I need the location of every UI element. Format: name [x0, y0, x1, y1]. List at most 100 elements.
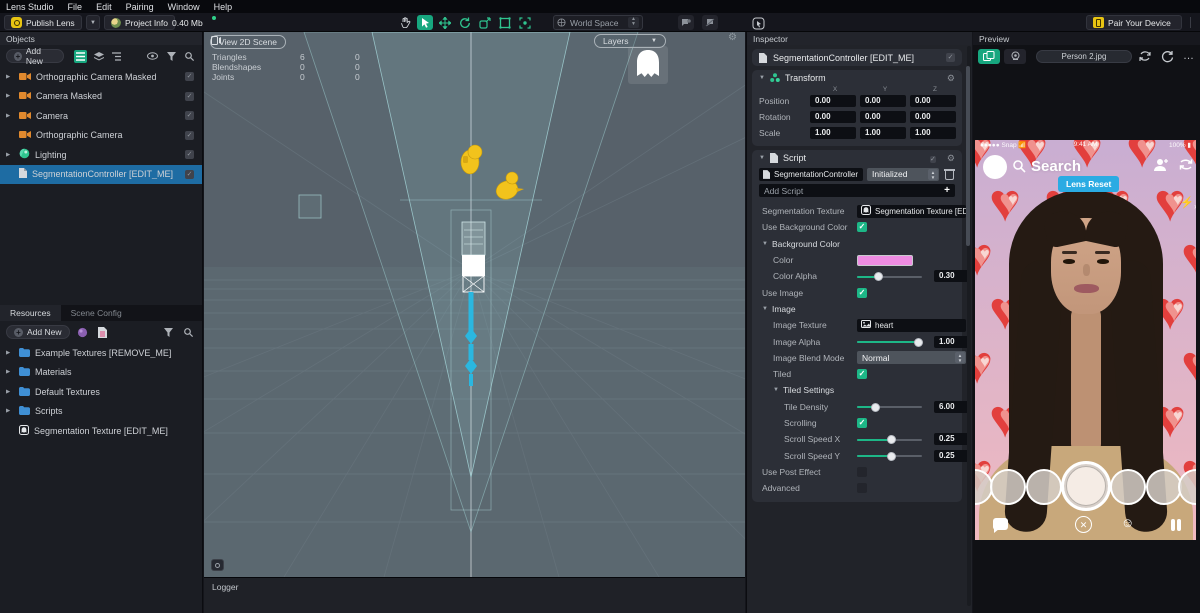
group-caret-icon[interactable]: ▼ — [762, 306, 768, 312]
collapse-caret-icon[interactable]: ▼ — [759, 155, 765, 161]
publish-lens-button[interactable]: Publish Lens — [4, 15, 82, 30]
tree-item-lighting[interactable]: ▶ Lighting ✓ — [0, 145, 202, 165]
pair-your-device-button[interactable]: Pair Your Device — [1086, 15, 1182, 30]
menu-lens-studio[interactable]: Lens Studio — [6, 2, 54, 12]
rect-transform-icon[interactable] — [497, 15, 513, 30]
lens-item[interactable] — [1026, 469, 1062, 505]
memories-icon[interactable] — [1171, 518, 1183, 536]
filter-icon[interactable] — [164, 50, 177, 63]
shader-doc-icon[interactable] — [95, 326, 110, 339]
preview-mode-icon[interactable] — [978, 48, 1000, 64]
material-sphere-icon[interactable] — [75, 326, 90, 339]
menu-file[interactable]: File — [68, 2, 83, 12]
objects-add-new-button[interactable]: + Add New — [6, 46, 65, 66]
focus-center-icon[interactable] — [517, 15, 533, 30]
chat-icon[interactable] — [993, 518, 1008, 533]
search-icon[interactable] — [183, 50, 196, 63]
scene-viewport[interactable]: View 2D Scene Triangles 6 0 Blendshapes 0 0 Jo… — [204, 32, 745, 577]
delete-script-icon[interactable] — [944, 168, 955, 180]
slider-value[interactable]: 1.00 — [934, 335, 971, 348]
expand-caret-icon[interactable]: ▶ — [6, 152, 14, 158]
transform-input[interactable]: 0.00 — [810, 111, 856, 123]
preview-source-dropdown[interactable]: Person 2.jpg — [1036, 49, 1132, 63]
transform-input[interactable]: 0.00 — [910, 95, 956, 107]
spinner-icon[interactable]: ▲ ▼ — [955, 352, 965, 364]
pan-hand-icon[interactable] — [397, 15, 413, 30]
menu-help[interactable]: Help — [214, 2, 233, 12]
expand-caret-icon[interactable]: ▶ — [6, 74, 14, 80]
tree-item-default-textures[interactable]: ▶ Default Textures — [0, 382, 202, 402]
tab-scene-config[interactable]: Scene Config — [61, 305, 132, 321]
expand-caret-icon[interactable]: ▶ — [6, 389, 14, 395]
slider-scroll-speed-y[interactable] — [857, 450, 922, 461]
transform-input[interactable]: 0.00 — [810, 95, 856, 107]
checkbox-scrolling[interactable]: ✓ — [857, 418, 867, 428]
layers-view-icon[interactable] — [92, 50, 105, 63]
transform-gear-icon[interactable]: ⚙ — [947, 73, 955, 84]
touch-simulation-icon[interactable] — [750, 16, 766, 31]
lens-preview-image[interactable]: ♥♥♥♥♥♥♥♥♥♥♥♥♥♥♥♥♥♥♥♥♥♥♥♥♥♥♥♥♥♥♥♥♥♥♥♥♥♥♥♥… — [975, 140, 1196, 540]
visibility-checkbox[interactable]: ✓ — [185, 111, 194, 120]
flash-off-icon[interactable]: ⚡✕ — [1180, 196, 1196, 211]
layers-dropdown[interactable]: Layers ▼ — [594, 34, 666, 48]
spinner-icon[interactable]: ▲ ▼ — [928, 168, 938, 180]
webcam-mode-icon[interactable] — [1004, 48, 1026, 64]
slider-tile-density[interactable] — [857, 401, 922, 412]
tree-item-orthographic-camera[interactable]: Orthographic Camera ✓ — [0, 126, 202, 146]
collapse-caret-icon[interactable]: ▼ — [759, 75, 765, 81]
tree-item-example-textures-remove-me[interactable]: ▶ Example Textures [REMOVE_ME] — [0, 343, 202, 363]
lens-item[interactable] — [1178, 469, 1196, 505]
capture-button[interactable] — [1061, 461, 1111, 511]
search-bar[interactable]: Search — [1013, 158, 1081, 175]
expand-caret-icon[interactable]: ▶ — [6, 369, 14, 375]
script-event-dropdown[interactable]: Initialized ▲ ▼ — [867, 167, 939, 181]
transform-input[interactable]: 0.00 — [910, 111, 956, 123]
visibility-checkbox[interactable]: ✓ — [185, 150, 194, 159]
logger-panel[interactable]: Logger — [204, 577, 745, 613]
eye-icon[interactable] — [146, 50, 159, 63]
lens-carousel[interactable] — [975, 458, 1196, 516]
visibility-checkbox[interactable]: ✓ — [185, 91, 194, 101]
world-space-dropdown[interactable]: World Space ▲ ▼ — [553, 15, 643, 30]
checkbox-tiled[interactable]: ✓ — [857, 369, 867, 380]
bubble-toggle-b-icon[interactable] — [702, 15, 718, 30]
tree-item-materials[interactable]: ▶ Materials — [0, 363, 202, 383]
visibility-checkbox[interactable]: ✓ — [185, 169, 194, 179]
filter-icon[interactable] — [161, 326, 176, 339]
expand-caret-icon[interactable]: ▶ — [6, 93, 14, 99]
script-enabled-checkbox[interactable]: ✓ — [930, 153, 936, 164]
lens-item[interactable] — [990, 469, 1026, 505]
add-script-button[interactable]: Add Script + — [759, 184, 955, 197]
bubble-toggle-a-icon[interactable] — [678, 15, 694, 30]
tree-item-camera-masked[interactable]: ▶ Camera Masked ✓ — [0, 87, 202, 107]
snapshot-icon[interactable] — [211, 559, 224, 571]
dropdown-image-blend-mode[interactable]: Normal ▲ ▼ — [857, 351, 966, 365]
profile-avatar[interactable] — [983, 155, 1007, 179]
object-enabled-checkbox[interactable]: ✓ — [946, 53, 955, 62]
select-cursor-icon[interactable] — [417, 15, 433, 30]
slider-value[interactable]: 0.30 — [934, 270, 971, 283]
list-view-icon[interactable] — [74, 49, 88, 63]
move-axes-icon[interactable] — [437, 15, 453, 30]
menu-edit[interactable]: Edit — [96, 2, 112, 12]
inspected-object-row[interactable]: SegmentationController [EDIT_ME] ✓ — [752, 49, 962, 66]
close-lens-icon[interactable]: ✕ — [1075, 516, 1092, 533]
color-swatch[interactable] — [857, 254, 913, 266]
slider-color-alpha[interactable] — [857, 271, 922, 282]
slider-value[interactable]: 6.00 — [934, 400, 971, 413]
slider-value[interactable]: 0.25 — [934, 433, 971, 446]
checkbox-use-post-effect[interactable] — [857, 466, 867, 477]
expand-caret-icon[interactable]: ▶ — [6, 408, 14, 414]
tab-resources[interactable]: Resources — [0, 305, 61, 321]
visibility-checkbox[interactable]: ✓ — [185, 130, 194, 140]
tree-item-camera[interactable]: ▶ Camera ✓ — [0, 106, 202, 126]
local-space-icon[interactable] — [477, 15, 493, 30]
tree-item-segmentationcontroller-edit-me[interactable]: SegmentationController [EDIT_ME] ✓ — [0, 164, 202, 184]
slider-image-alpha[interactable] — [857, 336, 924, 347]
tree-item-scripts[interactable]: ▶ Scripts — [0, 402, 202, 422]
transform-input[interactable]: 1.00 — [910, 127, 956, 139]
transform-input[interactable]: 0.00 — [860, 111, 906, 123]
visibility-checkbox[interactable]: ✓ — [185, 72, 194, 81]
tree-view-icon[interactable] — [111, 50, 124, 63]
flip-camera-icon[interactable] — [1178, 157, 1194, 172]
